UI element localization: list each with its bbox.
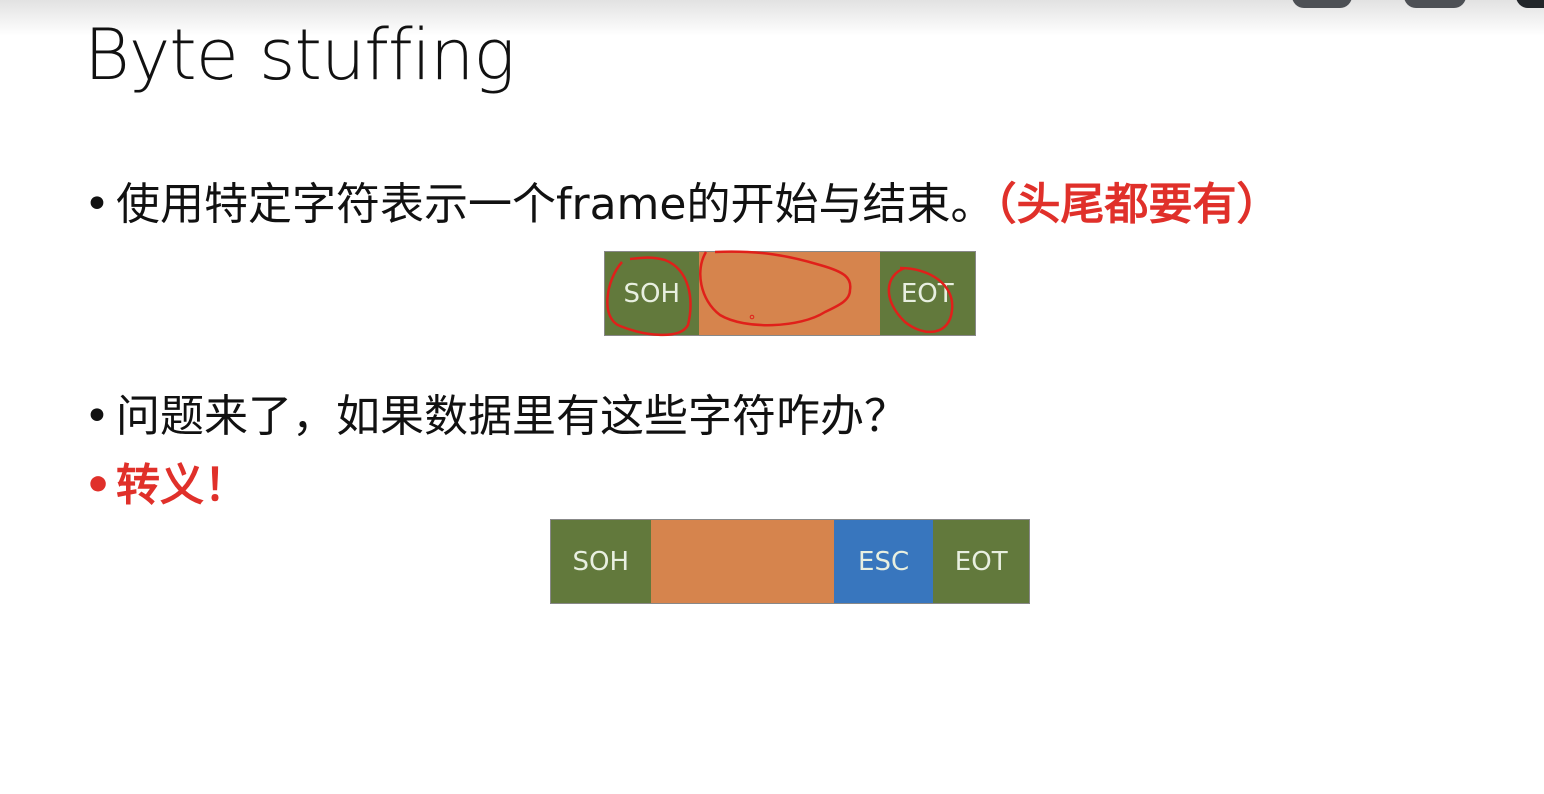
- bullet-text: 使用特定字符表示一个frame的开始与结束。: [116, 179, 995, 230]
- bullet-text: 问题来了，如果数据里有这些字符咋办？: [116, 391, 908, 442]
- frame-diagram-2: SOH ESC EOT: [550, 519, 1030, 604]
- payload-block: [650, 520, 834, 603]
- frame-diagram-1: SOH EOT: [604, 251, 976, 336]
- eot-block: EOT: [879, 252, 975, 335]
- window-control-button[interactable]: [1292, 0, 1352, 8]
- window-control-button[interactable]: [1516, 0, 1544, 8]
- soh-block: SOH: [605, 252, 699, 335]
- bullet-text: 转义！: [116, 460, 248, 511]
- esc-block: ESC: [833, 520, 934, 603]
- soh-block: SOH: [551, 520, 651, 603]
- bullet-3: •转义！: [84, 460, 248, 511]
- window-control-button[interactable]: [1404, 0, 1466, 8]
- slide-title: Byte stuffing: [84, 14, 515, 96]
- bullet-2: • 问题来了，如果数据里有这些字符咋办？: [84, 391, 908, 442]
- bullet-1: • 使用特定字符表示一个frame的开始与结束。（头尾都要有）: [84, 179, 1281, 230]
- payload-block: [698, 252, 880, 335]
- eot-block: EOT: [933, 520, 1029, 603]
- bullet-emphasis: （头尾都要有）: [994, 179, 1281, 230]
